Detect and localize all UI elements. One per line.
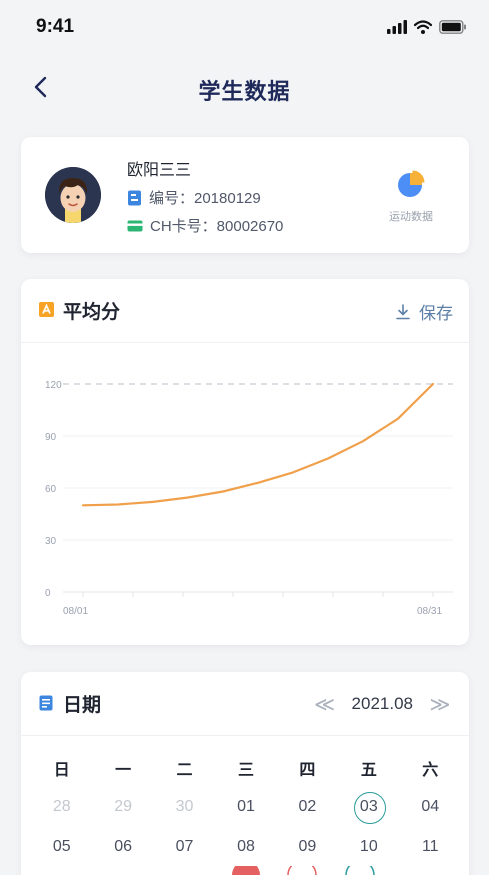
sport-data-label: 运动数据 bbox=[389, 210, 433, 223]
student-card-number: CH卡号：80002670 bbox=[127, 215, 283, 236]
calendar-day[interactable]: 29 bbox=[92, 792, 153, 822]
signal-icon bbox=[387, 20, 407, 34]
data-point bbox=[362, 440, 364, 442]
nav-bar: 学生数据 bbox=[0, 58, 489, 118]
weekday-label: 三 bbox=[237, 760, 254, 779]
weekday-label: 六 bbox=[422, 760, 439, 779]
data-point bbox=[397, 418, 399, 420]
wifi-icon bbox=[414, 20, 432, 34]
prev-month-button[interactable]: ≪ bbox=[312, 692, 338, 716]
marked-day-outline bbox=[287, 866, 317, 875]
y-tick-label: 120 bbox=[45, 380, 62, 391]
calendar-week-row: 28 29 30 01 02 03 04 bbox=[31, 792, 461, 824]
weekday-label: 五 bbox=[360, 760, 377, 779]
calendar-day[interactable]: 30 bbox=[154, 792, 215, 822]
calendar-day[interactable]: 10 bbox=[338, 832, 399, 862]
calendar-week-row: 05 06 07 08 09 10 11 bbox=[31, 832, 461, 862]
data-point bbox=[117, 504, 119, 506]
calendar-day[interactable]: 28 bbox=[31, 792, 92, 822]
data-point bbox=[327, 458, 329, 460]
card-number-text: CH卡号：80002670 bbox=[150, 218, 284, 235]
calendar-icon bbox=[39, 695, 53, 711]
average-score-chart: 0 30 60 90 120 08/01 08/31 bbox=[45, 380, 453, 617]
marked-day-teal bbox=[345, 866, 375, 875]
date-title: 日期 bbox=[63, 694, 102, 716]
data-point bbox=[82, 504, 84, 506]
date-card: 日期 ≪ 2021.08 ≫ 日 一 二 三 四 五 六 28 29 30 01 02 03 04 05… bbox=[21, 672, 469, 875]
weekday-label: 一 bbox=[115, 760, 132, 779]
next-month-button[interactable]: ≫ bbox=[427, 692, 453, 716]
weekday-label: 日 bbox=[53, 760, 70, 779]
data-point bbox=[222, 491, 224, 493]
battery-icon bbox=[439, 20, 466, 34]
student-id: 编号：20180129 bbox=[127, 187, 261, 208]
calendar-day[interactable]: 03 bbox=[338, 792, 399, 824]
calendar-day[interactable]: 02 bbox=[277, 792, 338, 822]
data-point bbox=[152, 501, 154, 503]
calendar-day[interactable]: 09 bbox=[277, 832, 338, 862]
weekday-label: 四 bbox=[299, 760, 316, 779]
calendar-day[interactable]: 04 bbox=[400, 792, 461, 822]
save-button[interactable]: 保存 bbox=[395, 299, 453, 324]
sport-data-button[interactable]: 运动数据 bbox=[381, 169, 441, 224]
data-point bbox=[432, 383, 434, 385]
weekday-label: 二 bbox=[176, 760, 193, 779]
student-profile-card: 欧阳三三 编号：20180129 CH卡号：80002670 运动数据 bbox=[21, 137, 469, 253]
x-tick-label: 08/31 bbox=[417, 606, 442, 617]
status-bar: 9:41 bbox=[0, 0, 489, 58]
data-point bbox=[292, 471, 294, 473]
weekday-header: 日一二三四五六 bbox=[31, 756, 461, 780]
status-icons bbox=[387, 20, 467, 34]
status-time: 9:41 bbox=[36, 16, 75, 37]
series-line bbox=[81, 382, 435, 507]
date-header: 日期 ≪ 2021.08 ≫ bbox=[21, 672, 469, 736]
month-navigator: ≪ 2021.08 ≫ bbox=[312, 692, 453, 716]
score-badge-icon bbox=[39, 302, 54, 317]
y-tick-label: 60 bbox=[45, 484, 57, 495]
card-icon bbox=[127, 220, 143, 231]
save-label: 保存 bbox=[419, 304, 453, 324]
marked-day-red bbox=[232, 866, 260, 875]
y-tick-label: 90 bbox=[45, 432, 57, 443]
average-score-card: 平均分 保存 0 30 60 90 120 08/01 08/31 bbox=[21, 279, 469, 645]
student-id-text: 编号：20180129 bbox=[149, 190, 261, 207]
calendar-day[interactable]: 05 bbox=[31, 832, 92, 862]
y-tick-label: 0 bbox=[45, 588, 51, 599]
id-card-icon bbox=[128, 190, 141, 205]
calendar-day[interactable]: 01 bbox=[215, 792, 276, 822]
calendar-day[interactable]: 08 bbox=[215, 832, 276, 862]
chart-title: 平均分 bbox=[63, 301, 121, 323]
calendar-day[interactable]: 11 bbox=[400, 832, 461, 862]
calendar-day-markers bbox=[232, 866, 375, 875]
x-tick-label: 08/01 bbox=[63, 606, 88, 617]
average-score-header: 平均分 保存 bbox=[21, 279, 469, 343]
current-month: 2021.08 bbox=[351, 694, 413, 713]
page-title: 学生数据 bbox=[198, 80, 291, 105]
y-tick-label: 30 bbox=[45, 536, 57, 547]
download-icon bbox=[396, 303, 410, 319]
calendar-day[interactable]: 06 bbox=[92, 832, 153, 862]
student-name: 欧阳三三 bbox=[127, 160, 192, 179]
data-point bbox=[257, 482, 259, 484]
calendar-day[interactable]: 07 bbox=[154, 832, 215, 862]
pie-chart-icon bbox=[398, 170, 425, 197]
data-point bbox=[187, 497, 189, 499]
avatar bbox=[45, 167, 101, 223]
